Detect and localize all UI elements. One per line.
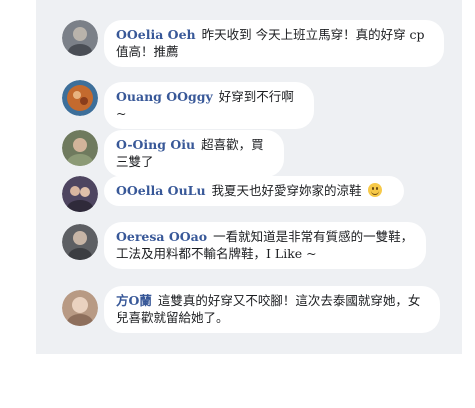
comment-author[interactable]: OOelia Oeh: [116, 27, 196, 42]
user-avatar-icon: [62, 290, 98, 326]
avatar[interactable]: [62, 80, 98, 116]
user-avatar-icon: [62, 130, 98, 166]
comment-author[interactable]: Oeresa OOao: [116, 229, 207, 244]
user-avatar-icon: [62, 224, 98, 260]
user-avatar-icon: [62, 20, 98, 56]
comment-bubble: Oeresa OOao 一看就知道是非常有質感的一雙鞋，工法及用料都不輸名牌鞋，I…: [104, 222, 426, 269]
comment-text: 這雙真的好穿又不咬腳！這次去泰國就穿她，女兒喜歡就留給她了。: [116, 293, 421, 325]
user-avatar-icon: [62, 176, 98, 212]
avatar[interactable]: [62, 224, 98, 260]
avatar[interactable]: [62, 290, 98, 326]
comment-author[interactable]: 方O蘭: [116, 293, 152, 308]
comment-bubble: O-Oing Oiu 超喜歡，買三雙了: [104, 130, 284, 177]
comment-author[interactable]: OOella OuLu: [116, 183, 206, 198]
avatar[interactable]: [62, 20, 98, 56]
comment-author[interactable]: O-Oing Oiu: [116, 137, 195, 152]
smiling-face-icon: [367, 183, 382, 197]
comment-author[interactable]: Ouang OOggy: [116, 89, 213, 104]
comments-panel: OOelia Oeh 昨天收到 今天上班立馬穿！真的好穿 cp值高！推薦 Ouan…: [36, 0, 462, 354]
comment-bubble: OOella OuLu 我夏天也好愛穿妳家的涼鞋: [104, 176, 404, 206]
avatar[interactable]: [62, 176, 98, 212]
comment-text: 我夏天也好愛穿妳家的涼鞋: [211, 183, 362, 198]
user-avatar-icon: [62, 80, 98, 116]
comment-bubble: OOelia Oeh 昨天收到 今天上班立馬穿！真的好穿 cp值高！推薦: [104, 20, 444, 67]
comment-bubble: Ouang OOggy 好穿到不行啊~: [104, 82, 314, 129]
avatar[interactable]: [62, 130, 98, 166]
comment-bubble: 方O蘭 這雙真的好穿又不咬腳！這次去泰國就穿她，女兒喜歡就留給她了。: [104, 286, 440, 333]
